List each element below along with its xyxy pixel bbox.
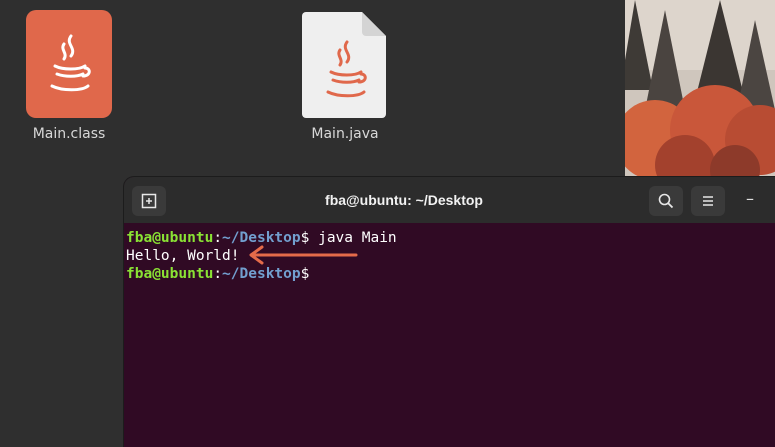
file-label: Main.java [311, 126, 379, 142]
prompt-separator: : [213, 266, 223, 282]
terminal-titlebar[interactable]: fba@ubuntu: ~/Desktop – [124, 177, 775, 223]
prompt-symbol: $ [300, 266, 310, 282]
desktop: Main.class Main.java fba@ubuntu: ~/Deskt… [0, 0, 775, 447]
minimize-button[interactable]: – [746, 189, 754, 208]
prompt-user: fba@ubuntu [126, 230, 214, 246]
file-label: Main.class [32, 126, 106, 142]
prompt-separator: : [213, 230, 223, 246]
terminal-line: fba@ubuntu:~/Desktop$ java Main [126, 229, 775, 247]
program-output: Hello, World! [126, 248, 240, 264]
window-title: fba@ubuntu: ~/Desktop [325, 192, 483, 208]
desktop-file-main-java[interactable]: Main.java [285, 8, 405, 142]
terminal-line: fba@ubuntu:~/Desktop$ [126, 265, 775, 283]
prompt-user: fba@ubuntu [126, 266, 214, 282]
prompt-path: ~/Desktop [222, 230, 301, 246]
desktop-file-main-class[interactable]: Main.class [9, 8, 129, 142]
java-class-file-icon [26, 10, 112, 118]
menu-button[interactable] [691, 186, 725, 216]
terminal-line: Hello, World! [126, 247, 775, 265]
wallpaper [625, 0, 775, 180]
annotation-arrow-icon [249, 245, 358, 265]
prompt-path: ~/Desktop [222, 266, 301, 282]
terminal-window[interactable]: fba@ubuntu: ~/Desktop – fba@ubuntu:~/Des… [124, 177, 775, 447]
search-icon [658, 193, 674, 209]
java-source-file-icon [302, 12, 386, 118]
terminal-output[interactable]: fba@ubuntu:~/Desktop$ java Main Hello, W… [124, 223, 775, 283]
hamburger-menu-icon [703, 196, 713, 206]
search-button[interactable] [649, 186, 683, 216]
command-text: java Main [309, 230, 397, 246]
